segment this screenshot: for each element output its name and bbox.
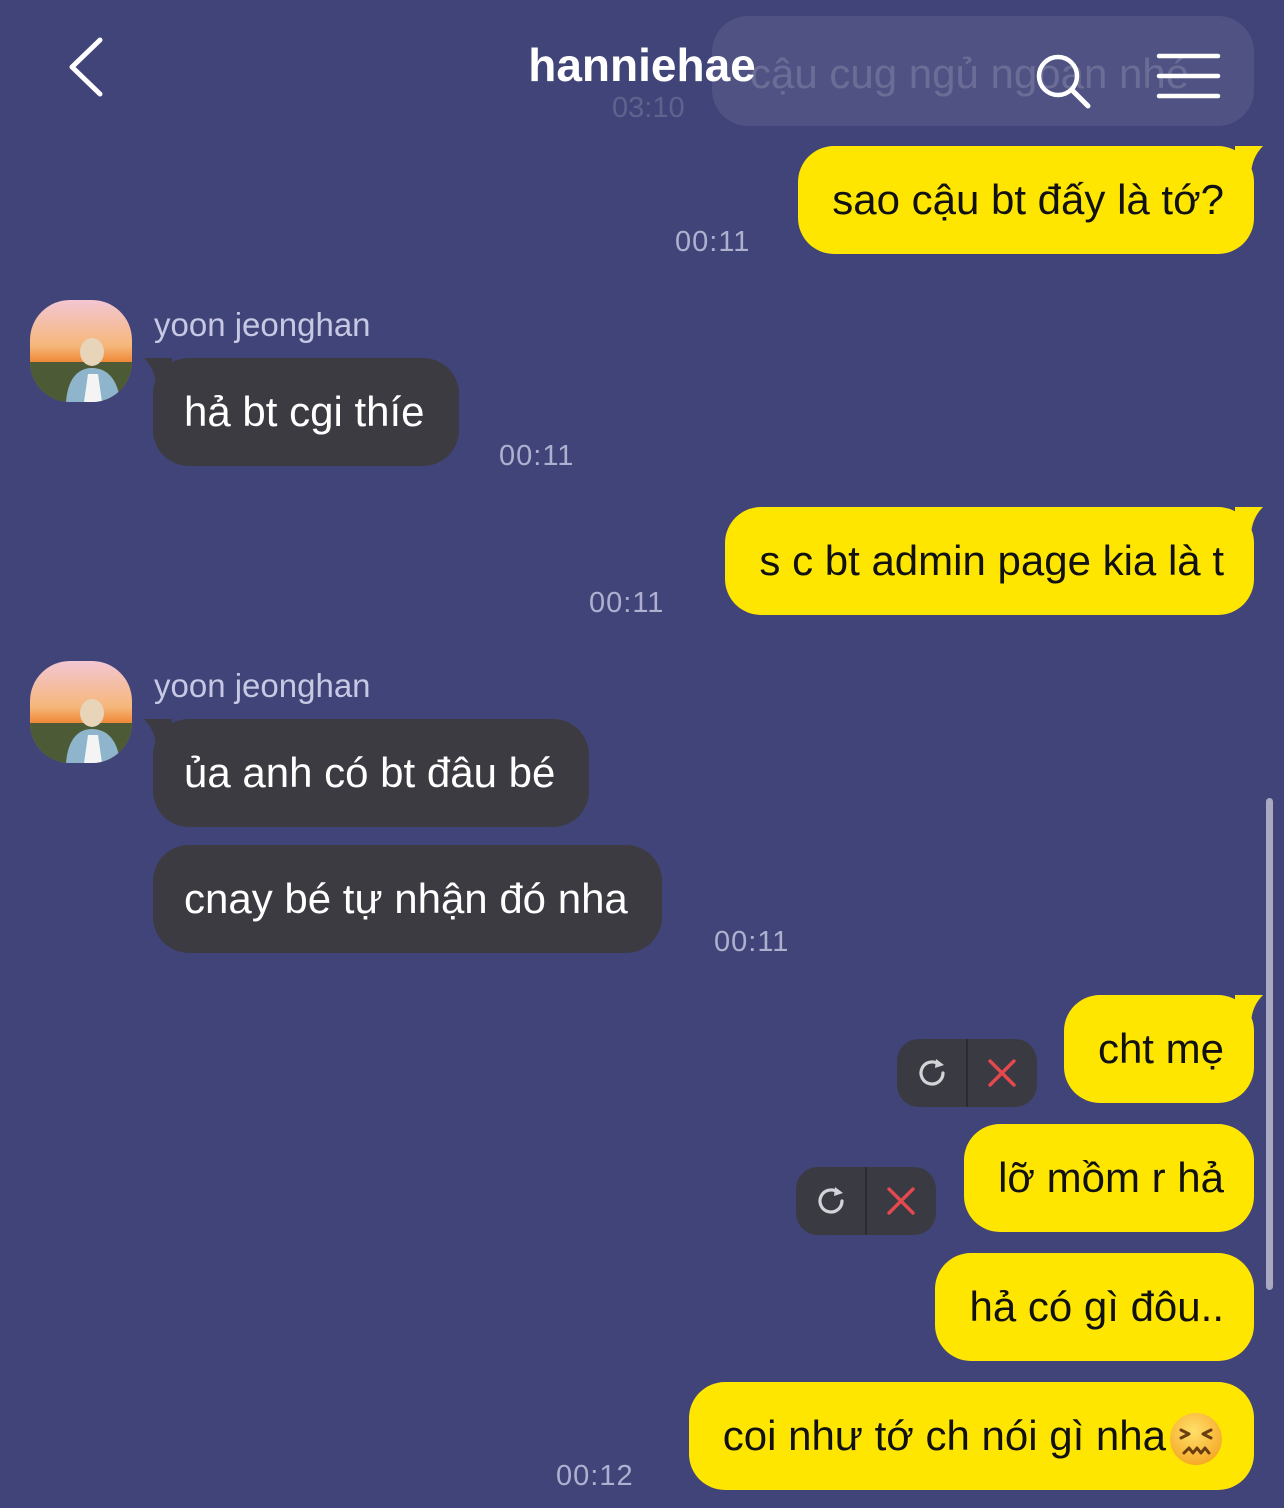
profile-photo — [30, 661, 132, 763]
message-time: 00:11 — [714, 926, 790, 958]
delete-message-button[interactable] — [866, 1167, 936, 1235]
message-text: s c bt admin page kia là t — [759, 537, 1224, 584]
my-message-bubble[interactable]: hả có gì đôu.. — [935, 1253, 1254, 1361]
avatar[interactable] — [30, 300, 132, 402]
bubble-tail — [1235, 146, 1263, 176]
message-text: lỡ mồm r hả — [998, 1154, 1224, 1201]
bubble-tail — [144, 719, 172, 749]
sender-name: yoon jeonghan — [154, 306, 371, 343]
bubble-tail — [1235, 995, 1263, 1025]
divider — [865, 1167, 867, 1235]
refresh-icon — [919, 1059, 945, 1086]
failed-message-actions — [796, 1167, 936, 1235]
search-button[interactable] — [1030, 48, 1096, 114]
message-time: 00:11 — [589, 587, 665, 619]
message-time: 00:11 — [499, 440, 575, 472]
close-icon — [887, 1187, 915, 1215]
message-text: coi như tớ ch nói gì nha — [722, 1412, 1166, 1459]
my-message-bubble[interactable]: lỡ mồm r hả — [964, 1124, 1254, 1232]
resend-button[interactable] — [897, 1039, 967, 1107]
confounded-face-emoji — [1170, 1412, 1222, 1465]
refresh-icon — [818, 1187, 844, 1214]
bubble-tail — [144, 358, 172, 388]
my-message-bubble[interactable]: coi như tớ ch nói gì nha — [688, 1382, 1254, 1490]
my-message-bubble[interactable]: s c bt admin page kia là t — [725, 507, 1263, 615]
their-message-bubble[interactable]: cnay bé tự nhận đó nha — [153, 845, 662, 953]
my-message-bubble[interactable]: cht mẹ — [1063, 995, 1263, 1103]
message-text: cht mẹ — [1097, 1025, 1224, 1072]
profile-photo — [30, 300, 132, 402]
my-message-bubble[interactable]: sao cậu bt đấy là tớ? — [798, 146, 1263, 254]
message-time: 00:11 — [675, 226, 751, 258]
message-time: 00:12 — [556, 1460, 634, 1492]
scrollbar[interactable] — [1266, 798, 1273, 1290]
resend-button[interactable] — [796, 1167, 866, 1235]
close-icon — [988, 1059, 1016, 1087]
their-message-bubble[interactable]: hả bt cgi thíe — [144, 358, 459, 466]
hamburger-menu-icon — [1156, 53, 1221, 99]
menu-button[interactable] — [1156, 52, 1222, 102]
delete-message-button[interactable] — [967, 1039, 1037, 1107]
search-icon — [1036, 54, 1091, 109]
message-text: sao cậu bt đấy là tớ? — [832, 176, 1224, 223]
their-message-bubble[interactable]: ủa anh có bt đâu bé — [144, 719, 590, 827]
failed-message-actions — [897, 1039, 1037, 1107]
chat-screen: cậu cug ngủ ngoan nhé 03:10 hanniehae sa… — [0, 0, 1284, 1508]
message-text: ủa anh có bt đâu bé — [184, 749, 556, 796]
previous-message-time: 03:10 — [612, 92, 685, 124]
message-text: cnay bé tự nhận đó nha — [184, 875, 628, 922]
bubble-tail — [1235, 507, 1263, 537]
message-text: hả có gì đôu.. — [969, 1283, 1224, 1330]
sender-name: yoon jeonghan — [154, 667, 371, 704]
message-text: hả bt cgi thíe — [184, 388, 425, 435]
divider — [966, 1039, 968, 1107]
avatar[interactable] — [30, 661, 132, 763]
